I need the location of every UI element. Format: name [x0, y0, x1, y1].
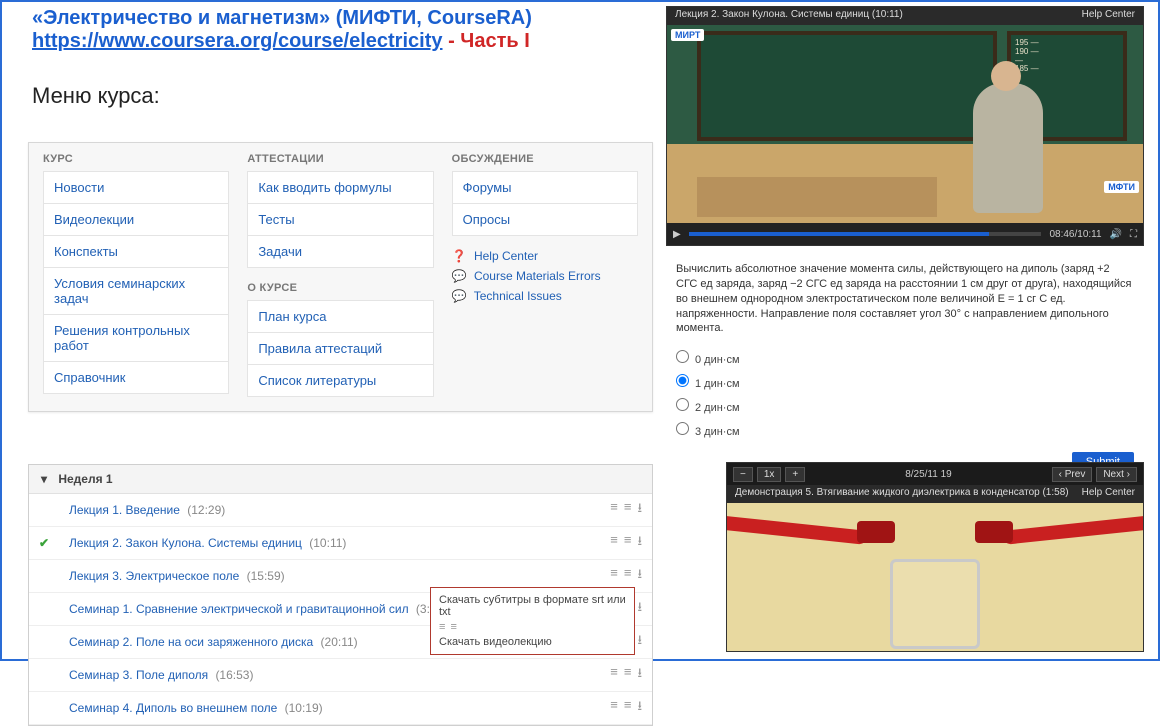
menu-col2a-heading: АТТЕСТАЦИИ — [247, 153, 433, 165]
volume-icon[interactable]: 🔊 — [1110, 229, 1122, 240]
quiz-option[interactable]: 3 дин·см — [676, 418, 1134, 442]
quiz-radio[interactable] — [676, 422, 689, 435]
lecture-link[interactable]: Лекция 3. Электрическое поле (15:59) — [69, 569, 610, 583]
download-icon[interactable]: ⭳ — [637, 631, 642, 653]
video1-time: 08:46/10:11 — [1049, 229, 1101, 240]
lecture-link[interactable]: Семинар 4. Диполь во внешнем поле (10:19… — [69, 701, 610, 715]
menu-col1-heading: КУРС — [43, 153, 229, 165]
download-icon[interactable]: ⭳ — [637, 532, 642, 554]
menu-col2b-heading: О КУРСЕ — [247, 282, 433, 294]
course-errors-link[interactable]: 💬 Course Materials Errors — [452, 266, 638, 286]
subtitles-icon[interactable]: ≡ — [610, 532, 618, 554]
part-suffix: - Часть I — [448, 30, 530, 52]
video2-title: Демонстрация 5. Втягивание жидкого диэле… — [735, 487, 1069, 501]
lecture-duration: (15:59) — [247, 569, 285, 583]
lecture-row: Семинар 4. Диполь во внешнем поле (10:19… — [29, 692, 652, 725]
menu-item-assessment-rules[interactable]: Правила аттестаций — [247, 332, 433, 364]
list-icon[interactable]: ≡ — [624, 499, 632, 521]
subtitles-icon[interactable]: ≡ — [610, 664, 618, 686]
quiz-option[interactable]: 2 дин·см — [676, 394, 1134, 418]
menu-col3-heading: ОБСУЖДЕНИЕ — [452, 153, 638, 165]
menu-item-literature[interactable]: Список литературы — [247, 364, 433, 397]
quiz-radio[interactable] — [676, 374, 689, 387]
list-icon[interactable]: ≡ — [624, 565, 632, 587]
lecture-row: ✔ Лекция 2. Закон Кулона. Системы единиц … — [29, 527, 652, 560]
callout-download-video: Скачать видеолекцию — [439, 636, 626, 648]
menu-item-handbook[interactable]: Справочник — [43, 361, 229, 394]
mipt-logo: МИРТ — [671, 29, 704, 41]
lecture-duration: (12:29) — [187, 503, 225, 517]
download-callout: Скачать субтитры в формате srt или txt ≡… — [430, 587, 635, 655]
quiz-panel: Вычислить абсолютное значение момента си… — [666, 258, 1144, 490]
quiz-option[interactable]: 0 дин·см — [676, 346, 1134, 370]
help-center-link[interactable]: ❓ Help Center — [452, 246, 638, 266]
course-link[interactable]: https://www.coursera.org/course/electric… — [32, 30, 443, 52]
video1-title: Лекция 2. Закон Кулона. Системы единиц (… — [675, 9, 903, 23]
question-icon: ❓ — [452, 249, 467, 263]
lecture-duration: (16:53) — [215, 668, 253, 682]
quiz-radio[interactable] — [676, 398, 689, 411]
menu-heading: Меню курса: — [32, 83, 632, 109]
download-icon[interactable]: ⭳ — [637, 565, 642, 587]
fullscreen-icon[interactable]: ⛶ — [1130, 229, 1137, 240]
technical-issues-link[interactable]: 💬 Technical Issues — [452, 286, 638, 306]
subtitles-icon[interactable]: ≡ — [610, 697, 618, 719]
week-header[interactable]: ▾ Неделя 1 — [29, 465, 652, 494]
menu-item-notes[interactable]: Конспекты — [43, 235, 229, 267]
speech-icon: 💬 — [452, 289, 467, 303]
menu-item-syllabus[interactable]: План курса — [247, 300, 433, 332]
menu-item-seminar-tasks[interactable]: Условия семинарских задач — [43, 267, 229, 314]
video-player-lecture: Лекция 2. Закон Кулона. Системы единиц (… — [666, 6, 1144, 246]
slide-title: «Электричество и магнетизм» (МИФТИ, Cour… — [32, 7, 632, 30]
video1-help-link[interactable]: Help Center — [1082, 9, 1135, 23]
video2-prev-button[interactable]: ‹ Prev — [1052, 467, 1093, 482]
video2-plus-button[interactable]: + — [785, 467, 805, 482]
check-icon: ✔ — [39, 536, 49, 550]
lecture-duration: (10:11) — [309, 536, 346, 550]
subtitles-icon[interactable]: ≡ — [610, 565, 618, 587]
lecture-row: Лекция 1. Введение (12:29)≡≡⭳ — [29, 494, 652, 527]
menu-item-videolectures[interactable]: Видеолекции — [43, 203, 229, 235]
download-icon[interactable]: ⭳ — [637, 664, 642, 686]
video2-speed-button[interactable]: 1x — [757, 467, 782, 482]
subtitles-icon[interactable]: ≡ — [610, 499, 618, 521]
course-menu: КУРС Новости Видеолекции Конспекты Услов… — [28, 142, 653, 412]
list-icon: ≡ ≡ — [439, 621, 458, 633]
menu-item-test-solutions[interactable]: Решения контрольных работ — [43, 314, 229, 361]
video-player-demo: − 1x + 8/25/11 19 ‹ Prev Next › Демонстр… — [726, 462, 1144, 652]
chevron-down-icon: ▾ — [41, 472, 55, 486]
video2-minus-button[interactable]: − — [733, 467, 753, 482]
quiz-question: Вычислить абсолютное значение момента си… — [676, 262, 1134, 336]
menu-item-forums[interactable]: Форумы — [452, 171, 638, 203]
quiz-option[interactable]: 1 дин·см — [676, 370, 1134, 394]
list-icon[interactable]: ≡ — [624, 532, 632, 554]
download-icon[interactable]: ⭳ — [637, 499, 642, 521]
list-icon[interactable]: ≡ — [624, 697, 632, 719]
menu-item-tests[interactable]: Тесты — [247, 203, 433, 235]
video2-clock: 8/25/11 19 — [905, 469, 952, 480]
lecture-link[interactable]: Семинар 3. Поле диполя (16:53) — [69, 668, 610, 682]
play-icon[interactable]: ▶ — [673, 229, 681, 240]
lecture-row: Семинар 3. Поле диполя (16:53)≡≡⭳ — [29, 659, 652, 692]
menu-item-news[interactable]: Новости — [43, 171, 229, 203]
lecture-duration: (10:19) — [285, 701, 323, 715]
video1-frame: 195 —190 ——185 — МИРТ МФТИ — [667, 25, 1143, 223]
menu-item-surveys[interactable]: Опросы — [452, 203, 638, 236]
video2-help-link[interactable]: Help Center — [1082, 487, 1135, 501]
video2-next-button[interactable]: Next › — [1096, 467, 1137, 482]
callout-subtitles: Скачать субтитры в формате srt или txt — [439, 594, 626, 618]
download-icon[interactable]: ⭳ — [637, 598, 642, 620]
menu-item-formulas[interactable]: Как вводить формулы — [247, 171, 433, 203]
lecture-link[interactable]: Лекция 1. Введение (12:29) — [69, 503, 610, 517]
speech-icon: 💬 — [452, 269, 467, 283]
menu-item-problems[interactable]: Задачи — [247, 235, 433, 268]
mfti-logo: МФТИ — [1104, 181, 1139, 193]
lecture-link[interactable]: Лекция 2. Закон Кулона. Системы единиц (… — [69, 536, 610, 550]
download-icon[interactable]: ⭳ — [637, 697, 642, 719]
video2-frame — [727, 503, 1143, 651]
quiz-radio[interactable] — [676, 350, 689, 363]
lecture-duration: (20:11) — [321, 635, 358, 649]
list-icon[interactable]: ≡ — [624, 664, 632, 686]
